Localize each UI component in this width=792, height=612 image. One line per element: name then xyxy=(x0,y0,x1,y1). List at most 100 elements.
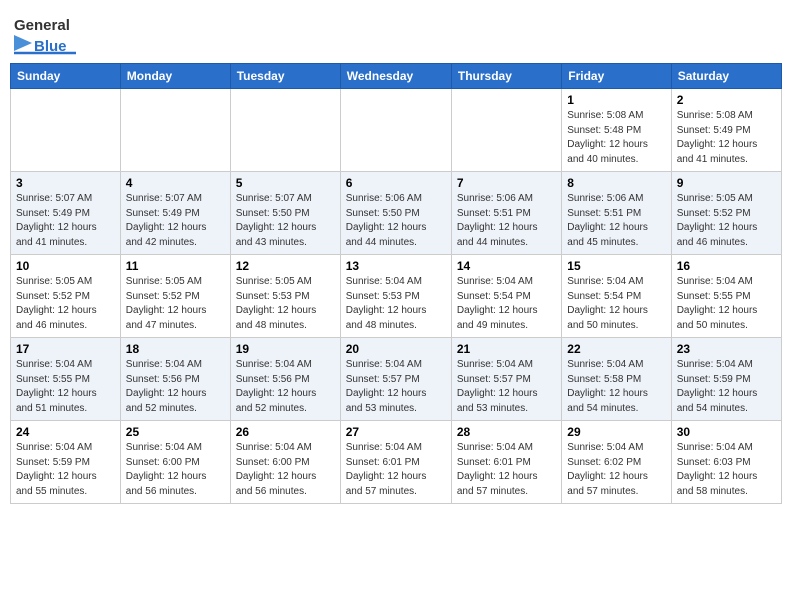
weekday-header-friday: Friday xyxy=(562,64,671,89)
day-number: 17 xyxy=(16,342,115,356)
week-row-1: 1 Sunrise: 5:08 AMSunset: 5:48 PMDaylight… xyxy=(11,89,782,172)
week-row-5: 24Sunrise: 5:04 AMSunset: 5:59 PMDayligh… xyxy=(11,421,782,504)
day-number: 16 xyxy=(677,259,776,273)
day-number: 7 xyxy=(457,176,556,190)
day-info: Sunrise: 5:04 AMSunset: 6:02 PMDaylight:… xyxy=(567,441,665,499)
day-number: 5 xyxy=(236,176,335,190)
day-number: 9 xyxy=(677,176,776,190)
day-number: 21 xyxy=(457,342,556,356)
day-info: Sunrise: 5:07 AMSunset: 5:49 PMDaylight:… xyxy=(126,192,225,250)
day-number: 20 xyxy=(346,342,446,356)
day-info: Sunrise: 5:06 AMSunset: 5:50 PMDaylight:… xyxy=(346,192,446,250)
day-number: 10 xyxy=(16,259,115,273)
calendar-cell: 24Sunrise: 5:04 AMSunset: 5:59 PMDayligh… xyxy=(11,421,121,504)
day-number: 4 xyxy=(126,176,225,190)
calendar-cell: 29 Sunrise: 5:04 AMSunset: 6:02 PMDayligh… xyxy=(562,421,671,504)
calendar-cell: 15Sunrise: 5:04 AMSunset: 5:54 PMDayligh… xyxy=(562,255,671,338)
calendar-cell: 8 Sunrise: 5:06 AMSunset: 5:51 PMDaylight… xyxy=(562,172,671,255)
week-row-4: 17Sunrise: 5:04 AMSunset: 5:55 PMDayligh… xyxy=(11,338,782,421)
weekday-header-row: SundayMondayTuesdayWednesdayThursdayFrid… xyxy=(11,64,782,89)
calendar-cell: 18 Sunrise: 5:04 AMSunset: 5:56 PMDayligh… xyxy=(120,338,230,421)
day-number: 13 xyxy=(346,259,446,273)
calendar-cell: 20 Sunrise: 5:04 AMSunset: 5:57 PMDayligh… xyxy=(340,338,451,421)
logo-svg: General Blue xyxy=(14,10,84,55)
day-info: Sunrise: 5:04 AMSunset: 6:00 PMDaylight:… xyxy=(126,441,225,499)
calendar-cell: 25 Sunrise: 5:04 AMSunset: 6:00 PMDayligh… xyxy=(120,421,230,504)
logo: General Blue xyxy=(14,10,84,55)
day-info: Sunrise: 5:05 AMSunset: 5:53 PMDaylight:… xyxy=(236,275,335,333)
day-number: 19 xyxy=(236,342,335,356)
calendar-cell: 6Sunrise: 5:06 AMSunset: 5:50 PMDaylight… xyxy=(340,172,451,255)
day-number: 26 xyxy=(236,425,335,439)
day-info: Sunrise: 5:05 AMSunset: 5:52 PMDaylight:… xyxy=(677,192,776,250)
calendar-cell: 12Sunrise: 5:05 AMSunset: 5:53 PMDayligh… xyxy=(230,255,340,338)
day-info: Sunrise: 5:07 AMSunset: 5:50 PMDaylight:… xyxy=(236,192,335,250)
week-row-2: 3 Sunrise: 5:07 AMSunset: 5:49 PMDaylight… xyxy=(11,172,782,255)
day-info: Sunrise: 5:07 AMSunset: 5:49 PMDaylight:… xyxy=(16,192,115,250)
day-info: Sunrise: 5:06 AMSunset: 5:51 PMDaylight:… xyxy=(457,192,556,250)
calendar: SundayMondayTuesdayWednesdayThursdayFrid… xyxy=(10,63,782,504)
day-info: Sunrise: 5:04 AMSunset: 5:59 PMDaylight:… xyxy=(16,441,115,499)
day-info: Sunrise: 5:04 AMSunset: 5:53 PMDaylight:… xyxy=(346,275,446,333)
calendar-cell: 3 Sunrise: 5:07 AMSunset: 5:49 PMDaylight… xyxy=(11,172,121,255)
calendar-cell: 11Sunrise: 5:05 AMSunset: 5:52 PMDayligh… xyxy=(120,255,230,338)
day-info: Sunrise: 5:04 AMSunset: 5:54 PMDaylight:… xyxy=(457,275,556,333)
calendar-cell: 26 Sunrise: 5:04 AMSunset: 6:00 PMDayligh… xyxy=(230,421,340,504)
day-info: Sunrise: 5:04 AMSunset: 5:56 PMDaylight:… xyxy=(126,358,225,416)
day-info: Sunrise: 5:06 AMSunset: 5:51 PMDaylight:… xyxy=(567,192,665,250)
calendar-cell: 16Sunrise: 5:04 AMSunset: 5:55 PMDayligh… xyxy=(671,255,781,338)
day-number: 8 xyxy=(567,176,665,190)
day-number: 30 xyxy=(677,425,776,439)
day-number: 25 xyxy=(126,425,225,439)
day-number: 29 xyxy=(567,425,665,439)
svg-text:General: General xyxy=(14,17,70,34)
day-number: 1 xyxy=(567,93,665,107)
day-number: 22 xyxy=(567,342,665,356)
day-info: Sunrise: 5:04 AMSunset: 6:01 PMDaylight:… xyxy=(346,441,446,499)
day-info: Sunrise: 5:04 AMSunset: 5:56 PMDaylight:… xyxy=(236,358,335,416)
calendar-cell: 1 Sunrise: 5:08 AMSunset: 5:48 PMDaylight… xyxy=(562,89,671,172)
day-number: 28 xyxy=(457,425,556,439)
day-number: 3 xyxy=(16,176,115,190)
day-number: 18 xyxy=(126,342,225,356)
day-info: Sunrise: 5:04 AMSunset: 6:00 PMDaylight:… xyxy=(236,441,335,499)
calendar-cell: 22 Sunrise: 5:04 AMSunset: 5:58 PMDayligh… xyxy=(562,338,671,421)
calendar-cell: 19 Sunrise: 5:04 AMSunset: 5:56 PMDayligh… xyxy=(230,338,340,421)
day-info: Sunrise: 5:04 AMSunset: 5:57 PMDaylight:… xyxy=(346,358,446,416)
day-number: 14 xyxy=(457,259,556,273)
day-info: Sunrise: 5:04 AMSunset: 5:54 PMDaylight:… xyxy=(567,275,665,333)
calendar-cell: 30 Sunrise: 5:04 AMSunset: 6:03 PMDayligh… xyxy=(671,421,781,504)
page-header: General Blue xyxy=(10,10,782,55)
day-info: Sunrise: 5:08 AMSunset: 5:49 PMDaylight:… xyxy=(677,109,776,167)
calendar-cell xyxy=(230,89,340,172)
day-number: 27 xyxy=(346,425,446,439)
calendar-cell xyxy=(451,89,561,172)
day-number: 11 xyxy=(126,259,225,273)
calendar-cell xyxy=(120,89,230,172)
calendar-cell: 17Sunrise: 5:04 AMSunset: 5:55 PMDayligh… xyxy=(11,338,121,421)
calendar-cell: 5 Sunrise: 5:07 AMSunset: 5:50 PMDaylight… xyxy=(230,172,340,255)
calendar-cell: 4 Sunrise: 5:07 AMSunset: 5:49 PMDaylight… xyxy=(120,172,230,255)
calendar-cell: 13 Sunrise: 5:04 AMSunset: 5:53 PMDayligh… xyxy=(340,255,451,338)
day-info: Sunrise: 5:04 AMSunset: 5:58 PMDaylight:… xyxy=(567,358,665,416)
day-info: Sunrise: 5:04 AMSunset: 5:59 PMDaylight:… xyxy=(677,358,776,416)
calendar-cell xyxy=(340,89,451,172)
calendar-cell: 21 Sunrise: 5:04 AMSunset: 5:57 PMDayligh… xyxy=(451,338,561,421)
day-info: Sunrise: 5:04 AMSunset: 6:03 PMDaylight:… xyxy=(677,441,776,499)
weekday-header-wednesday: Wednesday xyxy=(340,64,451,89)
day-info: Sunrise: 5:08 AMSunset: 5:48 PMDaylight:… xyxy=(567,109,665,167)
weekday-header-monday: Monday xyxy=(120,64,230,89)
weekday-header-saturday: Saturday xyxy=(671,64,781,89)
day-number: 2 xyxy=(677,93,776,107)
day-info: Sunrise: 5:04 AMSunset: 6:01 PMDaylight:… xyxy=(457,441,556,499)
calendar-cell: 28 Sunrise: 5:04 AMSunset: 6:01 PMDayligh… xyxy=(451,421,561,504)
calendar-cell: 10 Sunrise: 5:05 AMSunset: 5:52 PMDayligh… xyxy=(11,255,121,338)
week-row-3: 10 Sunrise: 5:05 AMSunset: 5:52 PMDayligh… xyxy=(11,255,782,338)
calendar-cell: 23Sunrise: 5:04 AMSunset: 5:59 PMDayligh… xyxy=(671,338,781,421)
calendar-cell: 14 Sunrise: 5:04 AMSunset: 5:54 PMDayligh… xyxy=(451,255,561,338)
weekday-header-thursday: Thursday xyxy=(451,64,561,89)
day-info: Sunrise: 5:05 AMSunset: 5:52 PMDaylight:… xyxy=(16,275,115,333)
weekday-header-sunday: Sunday xyxy=(11,64,121,89)
calendar-cell: 2 Sunrise: 5:08 AMSunset: 5:49 PMDaylight… xyxy=(671,89,781,172)
day-info: Sunrise: 5:04 AMSunset: 5:57 PMDaylight:… xyxy=(457,358,556,416)
